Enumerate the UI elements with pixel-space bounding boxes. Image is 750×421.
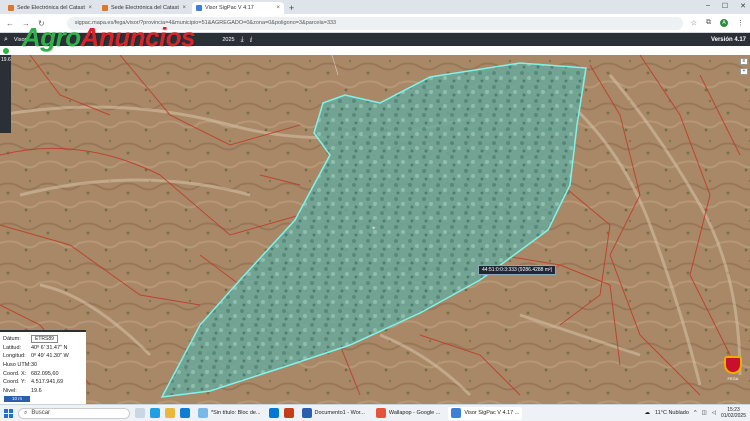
taskbar-app-wallapop[interactable]: Wallapop - Google ... (373, 407, 443, 420)
seal-label: FEGA (727, 376, 739, 381)
coat-of-arms-icon (724, 356, 742, 374)
chrome-icon (375, 408, 386, 418)
office-icon[interactable] (283, 408, 294, 418)
taskbar-app-label: Visor SigPac V 4.17 ... (464, 410, 520, 416)
taskbar-app-label: Documento1 - Wor... (314, 410, 365, 416)
zoom-level-label: 19.6 (1, 57, 11, 63)
date-label: 2025 (222, 36, 235, 43)
scale-button[interactable]: 10 m (4, 396, 30, 402)
browser-tab-catastro-1[interactable]: Sede Electrónica del Catastro × (4, 2, 96, 14)
fega-seal: FEGA (720, 356, 746, 396)
catastro-favicon-icon (8, 5, 14, 11)
coord-row-huso: Huso UTM: 30 (3, 361, 83, 370)
datum-select[interactable]: ETRS89 (31, 335, 58, 344)
coord-row-datum: Dátum: ETRS89 (3, 335, 83, 344)
network-icon[interactable]: ◫ (702, 410, 707, 416)
orthophoto-map[interactable]: ⌖ (0, 55, 750, 404)
coord-value: 40º 6' 31.47" N (31, 344, 68, 351)
clock[interactable]: 15:23 01/02/2025 (721, 407, 746, 419)
profile-avatar[interactable]: A (720, 19, 728, 27)
close-tab-icon[interactable]: × (182, 5, 186, 11)
system-tray: ☁ 11°C Nublado ^ ◫ ◁ 15:23 01/02/2025 (645, 407, 746, 419)
coord-row-lat: Latitud: 40º 6' 31.47" N (3, 344, 83, 353)
map-zoom-bar[interactable]: 19.6 (0, 55, 11, 133)
watermark-logo: AgroAnuncios (22, 22, 196, 53)
coord-key: Coord. X: (3, 370, 27, 377)
store-icon[interactable] (268, 408, 279, 418)
chevron-up-icon[interactable]: ^ (694, 410, 697, 416)
info-icon[interactable]: ⅈ (250, 36, 252, 44)
close-tab-icon[interactable]: × (276, 5, 280, 11)
layers-icon[interactable]: ≡ (740, 58, 748, 65)
coord-key: Dátum: (3, 336, 21, 343)
chrome-icon (451, 408, 462, 418)
coord-value: 682.095,60 (31, 370, 59, 377)
coord-key: Coord. Y: (3, 379, 26, 386)
parcel-area-label: 44:51:0:0:3:333 (9286.4288 m²) (478, 265, 557, 275)
tab-label: Visor SigPac V 4.17 (205, 5, 254, 11)
close-window-icon[interactable]: ✕ (740, 2, 746, 10)
coord-key: Huso UTM: (3, 362, 31, 369)
download-icon[interactable]: ⤓ (241, 36, 244, 44)
menu-icon[interactable]: ⋮ (737, 19, 744, 27)
tab-label: Sede Electrónica del Catastro (17, 5, 86, 11)
notepad-icon (198, 408, 208, 418)
catastro-favicon-icon (102, 5, 108, 11)
task-view-icon[interactable] (135, 408, 145, 418)
file-explorer-icon[interactable] (165, 408, 175, 418)
coord-row-x: Coord. X: 682.095,60 (3, 369, 83, 378)
back-icon[interactable]: ← (6, 19, 14, 28)
search-icon: ⌕ (24, 409, 28, 416)
extensions-icon[interactable]: ⧉ (706, 19, 711, 27)
screen: Sede Electrónica del Catastro × Sede Ele… (0, 0, 750, 421)
taskbar-app-label: *Sin título: Bloc de... (211, 410, 261, 416)
taskbar: ⌕ Buscar *Sin título: Bloc de... Documen… (0, 404, 750, 421)
taskbar-app-label: Wallapop - Google ... (388, 410, 441, 416)
map-controls: ≡ + (740, 58, 748, 75)
coord-value: 4.517.941,69 (31, 379, 64, 386)
minimize-icon[interactable]: – (706, 2, 710, 10)
windows-start-icon[interactable] (4, 408, 13, 418)
map-view[interactable]: ⌖ (0, 55, 750, 404)
browser-tab-strip: Sede Electrónica del Catastro × Sede Ele… (0, 0, 750, 14)
watermark-part2: Anuncios (80, 22, 196, 52)
taskbar-app-sigpac[interactable]: Visor SigPac V 4.17 ... (448, 406, 523, 420)
star-icon[interactable]: ☆ (691, 19, 697, 27)
watermark-part1: Agro (22, 22, 81, 52)
taskbar-app-notepad[interactable]: *Sin título: Bloc de... (195, 407, 264, 420)
word-icon (301, 408, 312, 418)
browser-tab-sigpac[interactable]: Visor SigPac V 4.17 × (192, 2, 284, 14)
coord-key: Nivel: (3, 387, 17, 394)
coord-row-lon: Longitud: 0º 49' 41.30" W (3, 352, 83, 361)
coord-row-nivel: Nivel: 19.6 (3, 387, 83, 396)
browser-tab-catastro-2[interactable]: Sede Electrónica del Catastro × (98, 2, 190, 14)
taskbar-app-word[interactable]: Documento1 - Wor... (299, 407, 368, 420)
weather-cloud-icon[interactable]: ☁ (645, 410, 651, 416)
edge-icon[interactable] (150, 408, 160, 418)
mail-icon[interactable] (180, 408, 190, 418)
sigpac-favicon-icon (196, 5, 202, 11)
taskbar-search[interactable]: ⌕ Buscar (18, 407, 130, 419)
coordinates-panel: Dátum: ETRS89 Latitud: 40º 6' 31.47" N L… (0, 330, 86, 404)
version-label: Versión 4.17 (710, 36, 746, 43)
maximize-icon[interactable]: ☐ (722, 2, 728, 10)
coord-row-y: Coord. Y: 4.517.941,69 (3, 378, 83, 387)
tab-label: Sede Electrónica del Catastro (111, 5, 180, 11)
close-tab-icon[interactable]: × (88, 5, 92, 11)
coord-value: 30 (31, 362, 38, 369)
weather-label[interactable]: 11°C Nublado (655, 410, 689, 416)
status-dot-icon[interactable] (3, 47, 9, 54)
coord-key: Longitud: (3, 353, 26, 360)
volume-icon[interactable]: ◁ (712, 410, 716, 416)
window-controls: – ☐ ✕ (706, 2, 746, 10)
new-tab-button[interactable]: + (289, 2, 294, 14)
coord-value: 0º 49' 41.30" W (31, 353, 69, 360)
zoom-in-icon[interactable]: + (740, 68, 748, 75)
coord-value: 19.6 (31, 387, 42, 394)
search-icon[interactable]: ⌕ (4, 36, 8, 44)
search-placeholder: Buscar (31, 410, 51, 416)
clock-date: 01/02/2025 (720, 413, 746, 419)
coord-key: Latitud: (3, 344, 22, 351)
